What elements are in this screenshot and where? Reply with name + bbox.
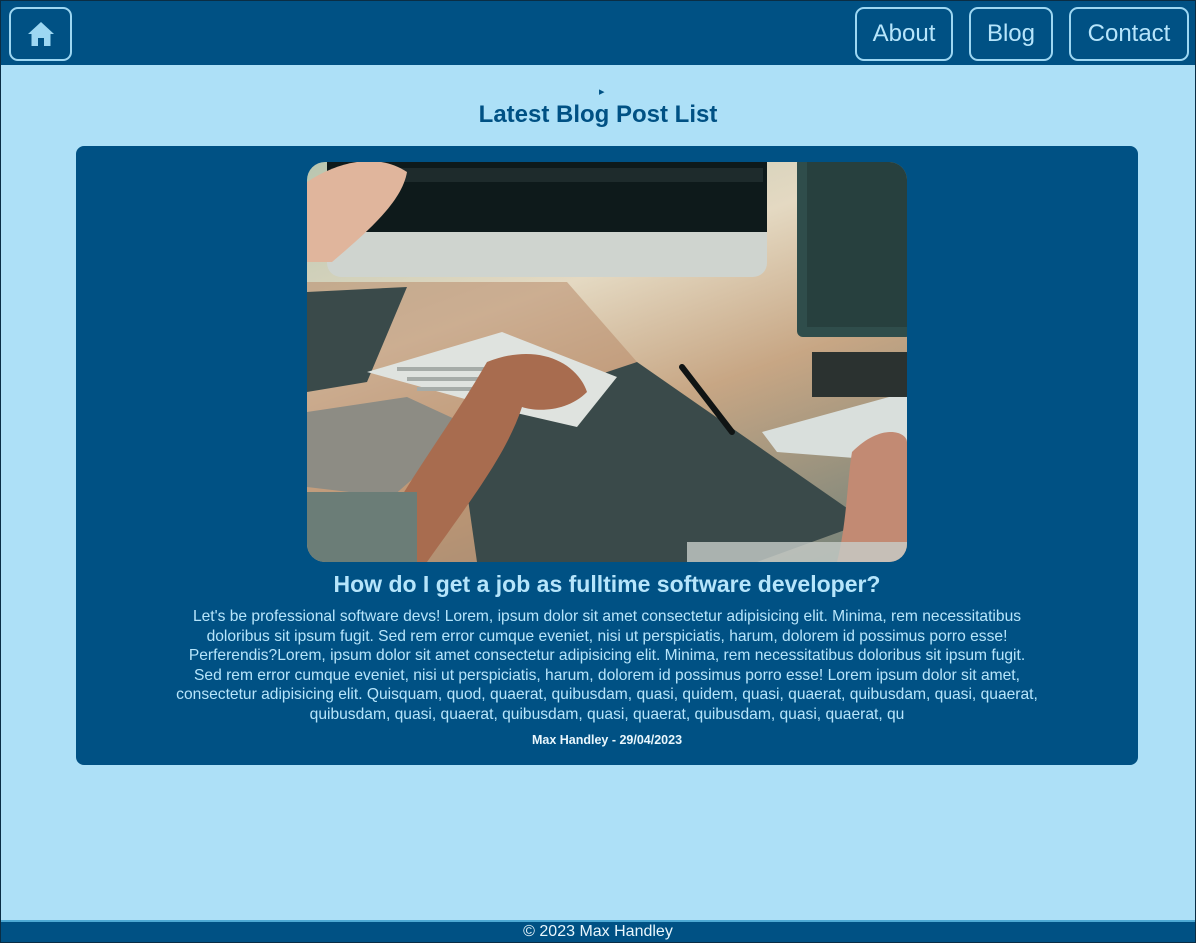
footer-copyright: © 2023 Max Handley [523,923,673,940]
disclosure-toggle-icon[interactable]: ▸ [599,85,605,98]
home-icon [27,22,54,46]
page: About Blog Contact ▸ Latest Blog Post Li… [0,0,1196,943]
post-image [307,162,907,562]
footer: © 2023 Max Handley [1,920,1195,942]
about-button[interactable]: About [855,7,953,61]
page-title: Latest Blog Post List [478,101,718,128]
contact-button[interactable]: Contact [1069,7,1189,61]
blog-post-card[interactable]: How do I get a job as fulltime software … [76,146,1138,765]
blog-button[interactable]: Blog [969,7,1053,61]
post-title[interactable]: How do I get a job as fulltime software … [76,571,1138,598]
post-author-date: Max Handley - 29/04/2023 [531,733,683,747]
top-navigation-bar: About Blog Contact [1,1,1195,65]
post-excerpt: Let's be professional software devs! Lor… [176,608,1038,723]
home-button[interactable] [9,7,72,61]
